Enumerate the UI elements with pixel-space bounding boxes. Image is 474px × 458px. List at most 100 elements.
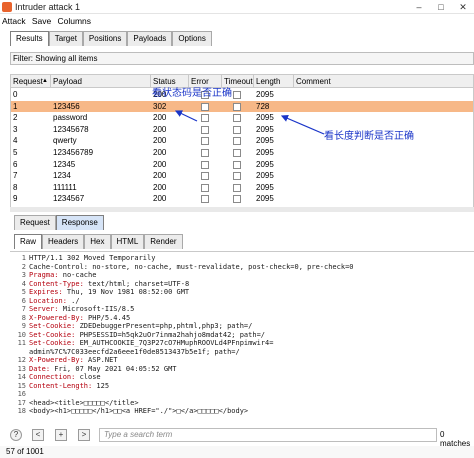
cell-payload: 1234567: [53, 194, 85, 204]
header-value: HTTP/1.1 302 Moved Temporarily: [29, 254, 156, 262]
error-checkbox: [201, 195, 209, 204]
line-content: Server: Microsoft-IIS/8.5: [29, 305, 134, 314]
minimize-button[interactable]: –: [408, 0, 430, 14]
col-comment[interactable]: Comment: [294, 75, 473, 88]
error-checkbox: [201, 102, 209, 111]
table-row[interactable]: 6 12345 200 2095: [11, 159, 473, 171]
line-content: X-Powered-By: ASP.NET: [29, 356, 118, 365]
search-add-button[interactable]: +: [55, 429, 67, 441]
tab-positions[interactable]: Positions: [82, 31, 128, 46]
header-value: Fri, 07 May 2021 04:05:52 GMT: [50, 364, 177, 373]
line-number: 14: [17, 373, 26, 381]
cell-request: 9: [13, 194, 18, 204]
table-row[interactable]: 8 111111 200 2095: [11, 182, 473, 194]
header-value: close: [75, 373, 101, 381]
line-content: HTTP/1.1 302 Moved Temporarily: [29, 254, 155, 263]
line-number: 10: [17, 330, 26, 339]
menu-columns[interactable]: Columns: [57, 15, 91, 28]
cell-request: 3: [13, 124, 18, 134]
tab-options[interactable]: Options: [172, 31, 212, 46]
cell-length: 2095: [256, 182, 274, 192]
tab-hex[interactable]: Hex: [84, 234, 111, 249]
table-row[interactable]: 0 200 2095: [11, 89, 473, 101]
header-value: Thu, 19 Nov 1981 08:52:00 GMT: [62, 288, 190, 296]
cell-status: 200: [153, 182, 167, 192]
col-payload[interactable]: Payload: [51, 75, 151, 88]
status-annotation: 看状态码是否正确: [152, 88, 232, 99]
line-number: 8: [21, 313, 26, 322]
line-number: 6: [21, 296, 26, 305]
cell-request: 1: [13, 101, 18, 111]
col-request[interactable]: Request ▲: [11, 75, 51, 88]
window-title: Intruder attack 1: [15, 2, 81, 12]
table-header: Request ▲ Payload Status Error Timeout L…: [11, 75, 473, 88]
header-value: ASP.NET: [83, 356, 118, 364]
header-value: ./: [66, 296, 80, 305]
burp-app-icon: [2, 2, 12, 12]
table-row[interactable]: 2 password 200 2095: [11, 112, 473, 124]
tab-render[interactable]: Render: [144, 234, 183, 249]
menu-save[interactable]: Save: [32, 15, 51, 28]
search-input[interactable]: Type a search term: [99, 428, 437, 442]
error-checkbox: [201, 149, 209, 157]
search-bar: ? < + > Type a search term 0 matches: [0, 426, 474, 448]
cell-payload: 123456789: [53, 148, 94, 157]
header-value: <head><title>□□□□□</title>: [29, 398, 139, 407]
error-checkbox: [201, 160, 209, 169]
header-value: EM_AUTHCOOKIE_7Q3P27cO7HMuphROOVLd4PFnpi…: [75, 339, 274, 347]
cell-request: 7: [13, 171, 18, 181]
line-content: Pragma: no-cache: [29, 271, 96, 280]
line-number: 9: [21, 322, 26, 330]
line-number: 3: [21, 271, 26, 279]
tab-results[interactable]: Results: [10, 31, 49, 46]
line-number: 11: [17, 339, 26, 347]
filter-bar[interactable]: Filter: Showing all items: [10, 52, 474, 65]
tab-raw[interactable]: Raw: [14, 234, 43, 249]
menu-attack[interactable]: Attack: [2, 15, 26, 28]
header-key: Server:: [29, 305, 59, 313]
close-button[interactable]: ✕: [452, 0, 474, 14]
line-content: Set-Cookie: ZDEDebuggerPresent=php,phtml…: [29, 322, 252, 331]
table-row[interactable]: 5 123456789 200 2095: [11, 147, 473, 159]
line-content: Set-Cookie: EM_AUTHCOOKIE_7Q3P27cO7HMuph…: [29, 339, 273, 348]
table-row[interactable]: 7 1234 200 2095: [11, 170, 473, 182]
tab-html[interactable]: HTML: [110, 234, 145, 249]
line-number: 17: [17, 398, 26, 407]
cell-request: 5: [13, 148, 18, 157]
filter-text: Filter: Showing all items: [13, 54, 98, 63]
cell-length: 2095: [256, 148, 274, 157]
cell-payload: 12345678: [53, 124, 89, 134]
tab-payloads[interactable]: Payloads: [127, 31, 173, 46]
error-checkbox: [201, 137, 209, 146]
tab-request[interactable]: Request: [14, 215, 56, 230]
header-value: Microsoft-IIS/8.5: [58, 305, 135, 313]
table-row[interactable]: 9 1234567 200 2095: [11, 193, 473, 205]
maximize-button[interactable]: □: [430, 0, 452, 14]
cell-length: 728: [256, 101, 270, 111]
header-value: 125: [92, 381, 110, 390]
cell-status: 200: [153, 148, 167, 157]
search-next-button[interactable]: >: [78, 429, 90, 441]
tab-response[interactable]: Response: [55, 215, 104, 230]
line-content: Expires: Thu, 19 Nov 1981 08:52:00 GMT: [29, 288, 189, 297]
search-prev-button[interactable]: <: [32, 429, 44, 441]
timeout-checkbox: [233, 102, 241, 111]
cell-status: 200: [153, 136, 167, 146]
response-raw-view[interactable]: 1 HTTP/1.1 302 Moved Temporarily 2 Cache-Co…: [10, 251, 474, 421]
help-icon[interactable]: ?: [10, 429, 22, 441]
table-horizontal-scrollbar[interactable]: [10, 207, 474, 212]
progress-text: 57 of 1001: [6, 447, 44, 456]
header-key: Content-Length:: [29, 381, 93, 390]
table-row[interactable]: 1 123456 302 728: [11, 100, 473, 113]
tab-target[interactable]: Target: [48, 31, 83, 46]
error-checkbox: [201, 114, 209, 123]
header-key: Connection:: [29, 373, 76, 381]
cell-payload: qwerty: [53, 136, 77, 146]
line-number: 12: [17, 356, 26, 364]
tab-headers[interactable]: Headers: [42, 234, 85, 249]
header-value: ZDEDebuggerPresent=php,phtml,php3; path=…: [75, 322, 253, 330]
header-key: Expires:: [29, 288, 63, 296]
cell-payload: 123456: [53, 101, 80, 111]
col-length[interactable]: Length: [254, 75, 294, 88]
cell-request: 8: [13, 182, 18, 192]
